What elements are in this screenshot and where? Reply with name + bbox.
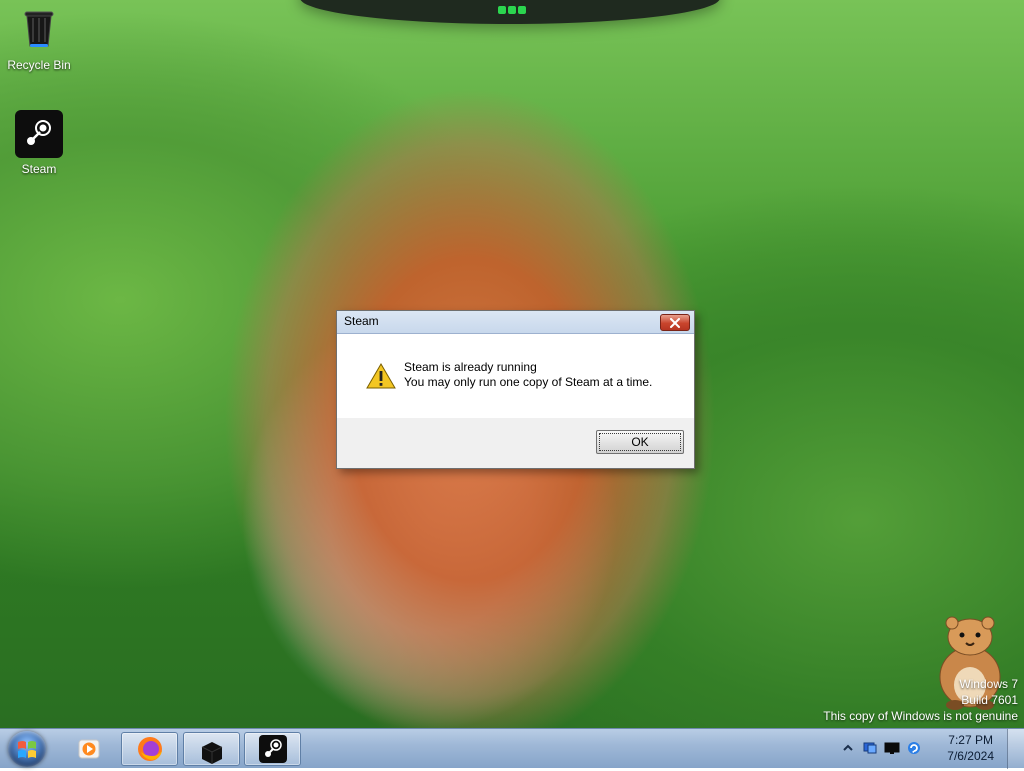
watermark-line-1: Windows 7: [959, 677, 1018, 691]
clock-time: 7:27 PM: [948, 733, 993, 747]
dialog-footer: OK: [337, 418, 694, 466]
clock[interactable]: 7:27 PM 7/6/2024: [947, 732, 994, 764]
taskbar-pin-windows-media-player[interactable]: [60, 732, 117, 766]
desktop-icon-label: Steam: [21, 162, 57, 176]
warning-icon: [365, 362, 397, 390]
dialog-message-body: You may only run one copy of Steam at a …: [404, 375, 653, 389]
dialog-title: Steam: [344, 314, 379, 328]
steam-icon: [15, 110, 63, 158]
clock-date: 7/6/2024: [947, 749, 994, 763]
black-box-icon: [196, 733, 228, 765]
close-icon: [670, 317, 680, 328]
watermark-line-2: Build 7601: [961, 693, 1018, 707]
dialog-message-title: Steam is already running: [404, 360, 537, 374]
recycle-bin-icon: [15, 6, 63, 54]
start-button[interactable]: [8, 731, 46, 767]
close-button[interactable]: [660, 314, 690, 331]
taskbar-pin-firefox[interactable]: [121, 732, 178, 766]
dialog-titlebar[interactable]: Steam: [337, 311, 694, 334]
dialog-message: Steam is already running You may only ru…: [404, 360, 652, 390]
steam-dialog[interactable]: Steam Steam is already running You may o…: [336, 310, 695, 469]
dialog-content: Steam is already running You may only ru…: [337, 334, 694, 418]
windows-logo-icon: [18, 741, 36, 758]
notch-light: [508, 6, 516, 14]
notch-light: [518, 6, 526, 14]
desktop: Recycle Bin Steam Steam Steam is already…: [0, 0, 1024, 728]
ok-button[interactable]: OK: [596, 430, 684, 454]
network-icon[interactable]: [862, 740, 878, 756]
windows-watermark: Windows 7 Build 7601 This copy of Window…: [823, 676, 1018, 724]
media-player-icon: [73, 733, 105, 765]
taskbar-pin-black-box-app[interactable]: [183, 732, 240, 766]
taskbar: 7:27 PM 7/6/2024: [0, 728, 1024, 769]
ie-refresh-icon[interactable]: [906, 740, 922, 756]
show-desktop-button[interactable]: [1007, 729, 1024, 769]
top-notch: [300, 0, 720, 24]
system-tray: 7:27 PM 7/6/2024: [834, 729, 1024, 769]
desktop-icon-label: Recycle Bin: [7, 58, 71, 72]
watermark-line-3: This copy of Windows is not genuine: [823, 709, 1018, 723]
taskbar-pin-steam[interactable]: [244, 732, 301, 766]
steam-icon: [257, 733, 289, 765]
monitor-icon[interactable]: [884, 740, 900, 756]
desktop-icon-recycle-bin[interactable]: Recycle Bin: [6, 6, 72, 72]
firefox-icon: [134, 733, 166, 765]
desktop-icon-steam[interactable]: Steam: [6, 110, 72, 176]
notch-light: [498, 6, 506, 14]
chevron-up-icon[interactable]: [840, 740, 856, 756]
